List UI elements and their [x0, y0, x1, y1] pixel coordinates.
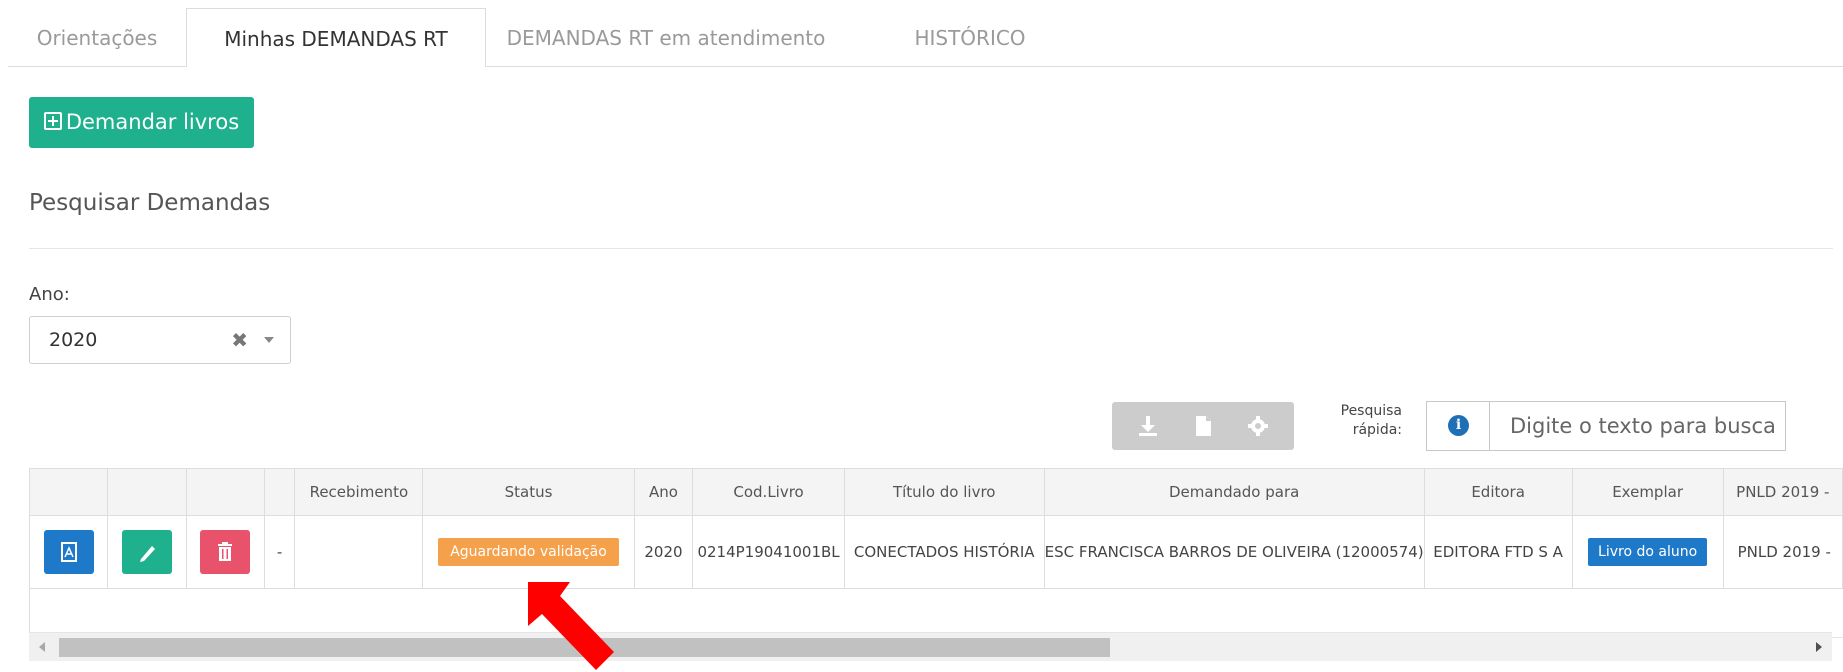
cell-status: Aguardando validação — [422, 515, 635, 589]
table-header-row: Recebimento Status Ano Cod.Livro Título … — [29, 468, 1843, 516]
scroll-right-icon[interactable] — [1816, 642, 1822, 652]
trash-icon — [218, 542, 233, 561]
header-titulo[interactable]: Título do livro — [843, 468, 1045, 516]
delete-button[interactable] — [200, 530, 251, 574]
cell-dash: - — [263, 515, 296, 589]
year-select-value: 2020 — [49, 329, 98, 351]
status-badge: Aguardando validação — [438, 538, 619, 566]
tab-minhas-demandas-rt[interactable]: Minhas DEMANDAS RT — [186, 8, 486, 67]
horizontal-scrollbar[interactable] — [29, 632, 1832, 661]
edit-button[interactable] — [121, 530, 172, 574]
gear-icon[interactable] — [1242, 410, 1274, 442]
header-exemplar[interactable]: Exemplar — [1571, 468, 1724, 516]
section-title: Pesquisar Demandas — [29, 190, 271, 216]
quick-search-label: Pesquisa rápida: — [1318, 402, 1402, 440]
demands-table: Recebimento Status Ano Cod.Livro Título … — [29, 468, 1843, 638]
quick-search-label-line2: rápida: — [1352, 422, 1402, 438]
header-status[interactable]: Status — [422, 468, 635, 516]
cell-exemplar: Livro do aluno — [1571, 515, 1724, 589]
tab-bar: Orientações Minhas DEMANDAS RT DEMANDAS … — [8, 8, 1843, 67]
cell-editora: EDITORA FTD S A — [1423, 515, 1573, 589]
cell-titulo: CONECTADOS HISTÓRIA — [843, 515, 1045, 589]
demand-books-button[interactable]: Demandar livros — [29, 97, 254, 148]
quick-search-label-line1: Pesquisa — [1340, 403, 1402, 419]
header-editora[interactable]: Editora — [1423, 468, 1573, 516]
chevron-down-icon[interactable] — [264, 337, 274, 343]
clear-icon[interactable]: ✖ — [231, 328, 248, 352]
exemplar-badge: Livro do aluno — [1588, 538, 1708, 566]
pdf-icon — [60, 542, 77, 562]
divider — [29, 248, 1833, 249]
header-cell — [263, 468, 296, 516]
cell-demandado-para: ESC FRANCISCA BARROS DE OLIVEIRA (120005… — [1043, 515, 1425, 589]
pdf-button[interactable] — [43, 530, 94, 574]
table-row-empty — [29, 588, 1843, 638]
tab-demandas-rt-em-atendimento[interactable]: DEMANDAS RT em atendimento — [486, 8, 846, 66]
cell-programa: PNLD 2019 - — [1722, 515, 1843, 589]
cell-action-pdf — [29, 515, 109, 589]
info-button[interactable]: i — [1427, 402, 1490, 450]
cell-action-edit — [107, 515, 187, 589]
search-input[interactable] — [1490, 402, 1780, 450]
info-icon: i — [1448, 415, 1469, 436]
demand-books-label: Demandar livros — [65, 110, 240, 134]
pencil-icon — [139, 546, 155, 562]
cell-cod-livro: 0214P19041001BL — [692, 515, 845, 589]
header-recebimento[interactable]: Recebimento — [294, 468, 424, 516]
cell-recebimento — [294, 515, 424, 589]
download-icon[interactable] — [1132, 410, 1164, 442]
header-demandado-para[interactable]: Demandado para — [1043, 468, 1425, 516]
header-cod-livro[interactable]: Cod.Livro — [692, 468, 845, 516]
cell-action-delete — [185, 515, 265, 589]
tab-orientacoes[interactable]: Orientações — [8, 8, 187, 66]
tab-historico[interactable]: HISTÓRICO — [846, 8, 1094, 66]
file-icon[interactable] — [1187, 410, 1219, 442]
empty-cell — [29, 588, 1843, 638]
header-cell — [107, 468, 187, 516]
quick-search: i — [1426, 401, 1786, 451]
scroll-left-icon[interactable] — [39, 642, 45, 652]
year-label: Ano: — [29, 284, 70, 305]
header-ano[interactable]: Ano — [633, 468, 694, 516]
header-cell — [185, 468, 265, 516]
year-select[interactable]: 2020 ✖ — [29, 316, 291, 364]
annotation-arrow-icon — [528, 582, 614, 670]
plus-square-icon — [43, 112, 62, 130]
table-row: - Aguardando validação 2020 0214P1904100… — [29, 515, 1843, 589]
header-cell — [29, 468, 109, 516]
header-programa[interactable]: PNLD 2019 - — [1722, 468, 1843, 516]
table-toolbar — [1112, 402, 1294, 450]
cell-ano: 2020 — [633, 515, 694, 589]
